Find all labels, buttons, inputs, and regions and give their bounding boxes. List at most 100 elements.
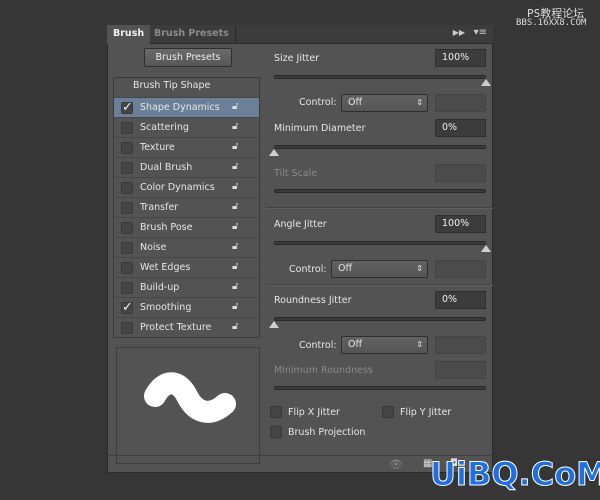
select-value: Off bbox=[338, 263, 353, 274]
angle-jitter-label: Angle Jitter bbox=[274, 219, 327, 230]
option-row[interactable]: Dual Brush 🔓︎ bbox=[114, 157, 259, 177]
size-jitter-slider-thumb[interactable] bbox=[481, 79, 491, 86]
minimum-roundness-label: Minimum Roundness bbox=[274, 365, 373, 376]
lock-icon[interactable]: 🔓︎ bbox=[232, 142, 241, 152]
option-row[interactable]: Brush Pose 🔓︎ bbox=[114, 217, 259, 237]
option-row[interactable]: Color Dynamics 🔓︎ bbox=[114, 177, 259, 197]
brush-tip-shape-item[interactable]: Brush Tip Shape bbox=[133, 80, 210, 91]
roundness-jitter-label: Roundness Jitter bbox=[274, 295, 352, 306]
control-value-input[interactable] bbox=[435, 260, 486, 278]
option-label: Dual Brush bbox=[140, 162, 193, 173]
option-checkbox[interactable] bbox=[121, 262, 133, 274]
option-row[interactable]: Wet Edges 🔓︎ bbox=[114, 257, 259, 277]
angle-jitter-slider[interactable] bbox=[274, 241, 486, 245]
tilt-scale-input bbox=[435, 164, 486, 182]
option-row[interactable]: Protect Texture 🔓︎ bbox=[114, 317, 259, 337]
lock-icon[interactable]: 🔓︎ bbox=[232, 162, 241, 172]
checkmark-icon: ✓ bbox=[122, 300, 133, 315]
brush-projection-checkbox[interactable] bbox=[270, 426, 282, 438]
double-arrow-right-icon[interactable]: ▶▶ bbox=[453, 28, 465, 37]
flip-x-jitter-checkbox[interactable] bbox=[270, 406, 282, 418]
divider bbox=[266, 207, 493, 209]
control-value-input[interactable] bbox=[435, 94, 486, 112]
option-row[interactable]: Noise 🔓︎ bbox=[114, 237, 259, 257]
size-jitter-label: Size Jitter bbox=[274, 53, 320, 64]
lock-icon[interactable]: 🔓︎ bbox=[232, 302, 241, 312]
minimum-diameter-slider[interactable] bbox=[274, 145, 486, 149]
option-label: Noise bbox=[140, 242, 167, 253]
option-checkbox[interactable] bbox=[121, 202, 133, 214]
control-label: Control: bbox=[299, 97, 337, 108]
roundness-jitter-slider-thumb[interactable] bbox=[269, 321, 279, 328]
option-row[interactable]: Scattering 🔓︎ bbox=[114, 117, 259, 137]
option-checkbox[interactable] bbox=[121, 142, 133, 154]
option-label: Texture bbox=[140, 142, 175, 153]
option-label: Scattering bbox=[140, 122, 189, 133]
option-label: Protect Texture bbox=[140, 322, 212, 333]
panel-menu-icon[interactable]: ▾≡ bbox=[474, 27, 487, 38]
angle-jitter-control-select[interactable]: Off ⇕ bbox=[331, 260, 428, 278]
flip-y-jitter-label: Flip Y Jitter bbox=[400, 407, 452, 418]
tab-brush-presets[interactable]: Brush Presets bbox=[148, 25, 236, 44]
option-label: Brush Pose bbox=[140, 222, 193, 233]
option-label: Smoothing bbox=[140, 302, 192, 313]
brush-stroke-preview bbox=[116, 347, 260, 464]
brush-stroke-image bbox=[144, 372, 236, 423]
minimum-roundness-slider bbox=[274, 386, 486, 390]
option-checkbox[interactable] bbox=[121, 222, 133, 234]
size-jitter-slider[interactable] bbox=[274, 75, 486, 79]
option-checkbox[interactable]: ✓ bbox=[121, 300, 133, 315]
roundness-jitter-input[interactable]: 0% bbox=[435, 291, 486, 309]
brush-projection-label: Brush Projection bbox=[288, 427, 366, 438]
option-row[interactable]: Transfer 🔓︎ bbox=[114, 197, 259, 217]
updown-arrow-icon: ⇕ bbox=[416, 340, 423, 349]
watermark-logo: UiBQ.CoM bbox=[429, 455, 600, 494]
flip-y-jitter-checkbox[interactable] bbox=[382, 406, 394, 418]
lock-icon[interactable]: 🔓︎ bbox=[232, 262, 241, 272]
option-checkbox[interactable] bbox=[121, 182, 133, 194]
lock-icon[interactable]: 🔓︎ bbox=[232, 242, 241, 252]
watermark-top-url: BBS.16XX8.COM bbox=[516, 18, 587, 28]
divider bbox=[266, 284, 493, 286]
option-checkbox[interactable] bbox=[121, 122, 133, 134]
option-row[interactable]: ✓ Shape Dynamics 🔓︎ bbox=[114, 97, 259, 117]
checkmark-icon: ✓ bbox=[122, 100, 133, 115]
lock-icon[interactable]: 🔓︎ bbox=[232, 222, 241, 232]
option-row[interactable]: ✓ Smoothing 🔓︎ bbox=[114, 297, 259, 317]
roundness-jitter-slider[interactable] bbox=[274, 317, 486, 321]
angle-jitter-input[interactable]: 100% bbox=[435, 215, 486, 233]
select-value: Off bbox=[348, 97, 363, 108]
brush-presets-button[interactable]: Brush Presets bbox=[144, 48, 232, 67]
option-checkbox[interactable] bbox=[121, 242, 133, 254]
toggle-live-tip-preview-icon[interactable]: 👁 bbox=[389, 458, 403, 471]
tilt-scale-label: Tilt Scale bbox=[274, 168, 318, 179]
size-jitter-control-select[interactable]: Off ⇕ bbox=[341, 94, 428, 112]
lock-icon[interactable]: 🔓︎ bbox=[232, 282, 241, 292]
roundness-control-select[interactable]: Off ⇕ bbox=[341, 336, 428, 354]
option-row[interactable]: Build-up 🔓︎ bbox=[114, 277, 259, 297]
lock-icon[interactable]: 🔓︎ bbox=[232, 122, 241, 132]
option-label: Build-up bbox=[140, 282, 180, 293]
option-checkbox[interactable] bbox=[121, 322, 133, 334]
select-value: Off bbox=[348, 339, 363, 350]
option-label: Shape Dynamics bbox=[140, 102, 220, 113]
option-row[interactable]: Texture 🔓︎ bbox=[114, 137, 259, 157]
minimum-diameter-slider-thumb[interactable] bbox=[269, 149, 279, 156]
size-jitter-input[interactable]: 100% bbox=[435, 49, 486, 67]
lock-icon[interactable]: 🔓︎ bbox=[232, 102, 241, 112]
control-value-input[interactable] bbox=[435, 336, 486, 354]
angle-jitter-slider-thumb[interactable] bbox=[481, 245, 491, 252]
option-checkbox[interactable]: ✓ bbox=[121, 100, 133, 115]
option-checkbox[interactable] bbox=[121, 282, 133, 294]
updown-arrow-icon: ⇕ bbox=[416, 264, 423, 273]
flip-x-jitter-label: Flip X Jitter bbox=[288, 407, 340, 418]
tab-brush[interactable]: Brush bbox=[107, 25, 151, 44]
minimum-diameter-input[interactable]: 0% bbox=[435, 119, 486, 137]
minimum-roundness-input bbox=[435, 361, 486, 379]
minimum-diameter-label: Minimum Diameter bbox=[274, 123, 366, 134]
lock-icon[interactable]: 🔓︎ bbox=[232, 182, 241, 192]
lock-icon[interactable]: 🔓︎ bbox=[232, 322, 241, 332]
updown-arrow-icon: ⇕ bbox=[416, 98, 423, 107]
option-checkbox[interactable] bbox=[121, 162, 133, 174]
lock-icon[interactable]: 🔓︎ bbox=[232, 202, 241, 212]
